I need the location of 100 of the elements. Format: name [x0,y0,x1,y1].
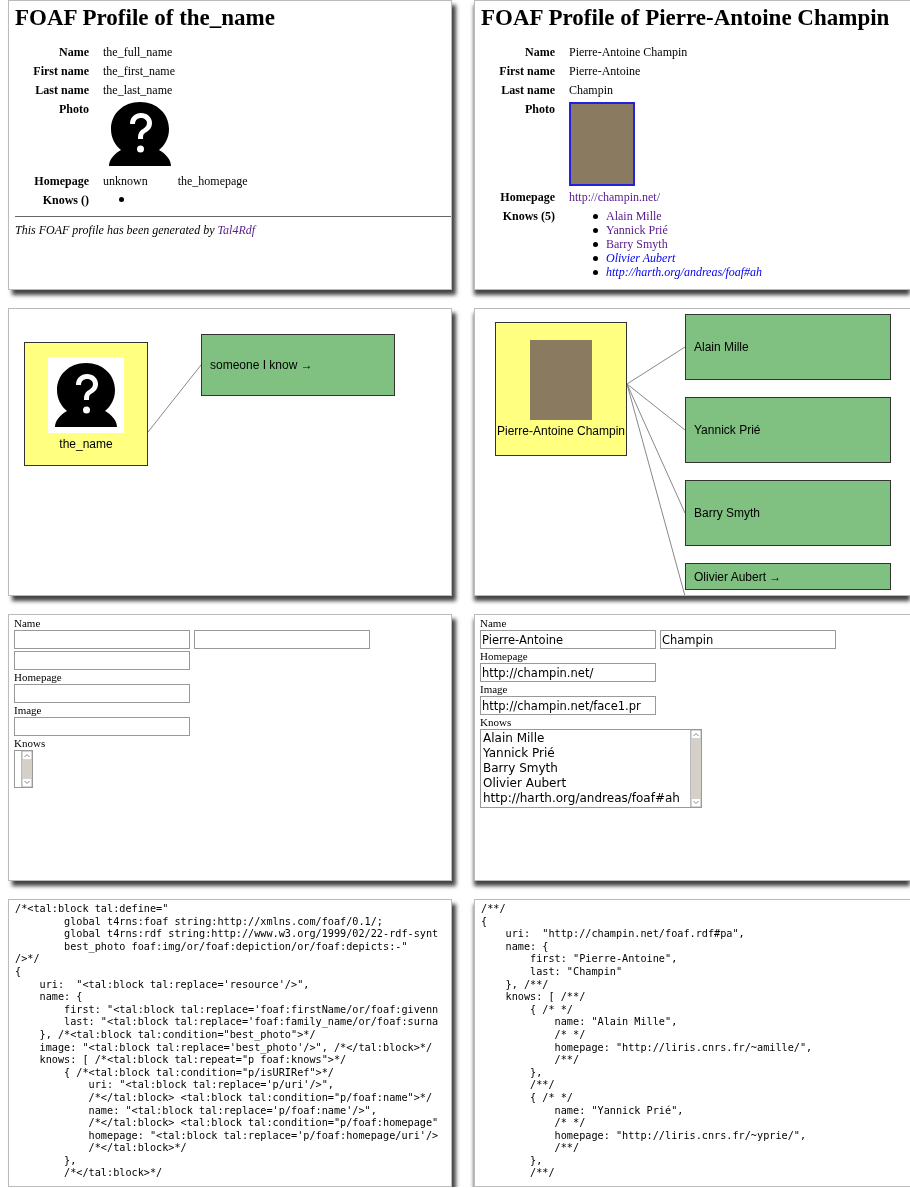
field-label: Name [525,45,555,60]
field-value: the_full_name [103,45,173,60]
code-line: /*</tal:block>*/ [87,1142,187,1155]
code-line: first: "<tal:block tal:replace='foaf:firstName/or/foaf:givenn [63,1003,439,1017]
code-line: best_photo foaf:img/or/foaf:depiction/or/foaf:depicts:-" [63,940,408,954]
list-option[interactable]: Alain Mille [483,731,688,746]
contact-link[interactable]: Barry Smyth [606,237,668,251]
field-label: Knows (5) [502,209,555,224]
field-value: the_last_name [103,83,173,98]
scroll-up-icon[interactable] [691,730,701,739]
field-label: Image [14,704,42,717]
code-line: first: "Pierre-Antoine", [529,953,678,966]
code-line: homepage: "<tal:block tal:replace='p/foaf:homepage/uri'/> [87,1129,439,1143]
text-field[interactable] [14,684,190,703]
code-line: last: "Champin" [529,965,623,979]
bullet-icon [593,227,598,233]
page-title: FOAF Profile of Pierre-Antoine Champin [481,5,890,31]
field-value: Pierre-Antoine Champin [569,45,688,60]
code-line: /**/ [529,1167,555,1181]
contact-node[interactable]: Yannick Prié [685,397,891,463]
text-field[interactable]: Champin [660,630,836,649]
list-option[interactable]: Yannick Prié [483,746,688,761]
field-label: Image [480,683,508,696]
field-label: Homepage [500,190,555,205]
scroll-down-icon[interactable] [691,798,701,807]
bullet-icon [593,269,598,275]
code-line: name: "<tal:block tal:replace='p/foaf:name'/>", [87,1104,377,1118]
field-label: Last name [35,83,89,98]
text-field[interactable] [14,651,190,670]
field-label: Knows () [42,193,89,208]
text-field[interactable]: http://champin.net/face1.pr [480,696,656,715]
code-line: uri: "<tal:block tal:replace='p/uri'/>", [87,1079,334,1092]
code-line: image: "<tal:block tal:replace='best_photo'/>", /*</tal:block>*/ [38,1041,433,1055]
list-option[interactable]: Barry Smyth [483,761,688,776]
list-option[interactable]: Olivier Aubert [483,776,688,791]
code-line: /**/ [553,1142,580,1155]
contact-link[interactable]: Yannick Prié [606,223,668,237]
scroll-down-icon[interactable] [22,778,32,787]
connector-line [147,364,202,433]
code-line: homepage: "http://liris.cnrs.fr/~yprie/", [553,1129,807,1143]
text-field[interactable] [194,630,370,649]
code-line: }, [529,1066,543,1080]
code-line: /**/ [553,1054,580,1067]
code-line: name: { [504,940,549,954]
page-title: FOAF Profile of the_name [15,5,275,31]
contact-link[interactable]: http://harth.org/andreas/foaf#ah [606,265,763,279]
contact-link[interactable]: Olivier Aubert [606,251,676,265]
field-label: Homepage [34,174,89,189]
text-field[interactable] [14,717,190,736]
code-line: /**/ [481,903,506,916]
scrollbar[interactable] [21,751,32,787]
footer-text: This FOAF profile has been generated by Tal4Rdf [15,223,256,238]
field-label: Name [480,617,507,630]
code-line: /**/ [529,1079,555,1092]
field-label: Homepage [480,650,528,663]
generator-link[interactable]: Tal4Rdf [217,223,256,237]
field-value: Pierre-Antoine [569,64,641,79]
field-label: Knows [480,716,512,729]
person-name: Pierre-Antoine Champin [496,424,626,438]
scrollbar[interactable] [690,730,701,807]
code-line: }, /**/ [504,978,549,992]
scroll-up-icon[interactable] [22,751,32,760]
code-line: homepage: "http://liris.cnrs.fr/~amille/", [553,1041,813,1055]
field-value: unknown [103,174,148,189]
code-line: name: "Alain Mille", [553,1016,678,1029]
field-label: Name [59,45,89,60]
list-box[interactable] [14,750,33,788]
text-field[interactable]: Pierre-Antoine [480,630,656,649]
code-line: /*</tal:block>*/ [63,1167,163,1181]
code-line: { /*<tal:block tal:condition="p/isURIRef">*/ [63,1066,334,1080]
text-field[interactable]: http://champin.net/ [480,663,656,682]
field-label: Homepage [14,671,62,684]
code-line: }, [63,1154,77,1168]
code-line: /* */ [553,1117,586,1130]
list-box[interactable]: Alain Mille Yannick Prié Barry Smyth Olivier Aubert http://harth.org/andreas/foaf#ah [480,729,702,808]
code-line: knows: [ /**/ [504,991,586,1004]
unknown-person-icon [55,363,117,427]
code-line: />*/ [15,953,40,966]
code-line: knows: [ /*<tal:block tal:repeat="p foaf:knows">*/ [38,1054,347,1067]
field-value: the_first_name [103,64,175,79]
contact-node[interactable]: Alain Mille [685,314,891,380]
contact-node[interactable]: Barry Smyth [685,480,891,546]
code-line: { /* */ [529,1091,573,1105]
photo-placeholder[interactable] [569,102,635,186]
field-label: Name [14,617,41,630]
contact-node[interactable]: Olivier Aubert → [685,563,891,590]
bullet-icon [593,213,598,219]
contact-node[interactable]: someone I know → [201,334,395,396]
code-line: uri: "http://champin.net/foaf.rdf#pa", [504,928,745,941]
text-field[interactable] [14,630,190,649]
list-option[interactable]: http://harth.org/andreas/foaf#ah [483,791,688,806]
code-line: name: { [38,991,83,1004]
field-label: First name [499,64,555,79]
homepage-link[interactable]: http://champin.net/ [569,190,660,205]
field-label: Last name [501,83,555,98]
bullet-icon [593,255,598,261]
field-label: Photo [525,102,555,117]
contact-link[interactable]: Alain Mille [606,209,662,223]
code-line: }, /*<tal:block tal:condition="best_photo">*/ [38,1028,316,1042]
code-line: { /* */ [529,1003,573,1017]
